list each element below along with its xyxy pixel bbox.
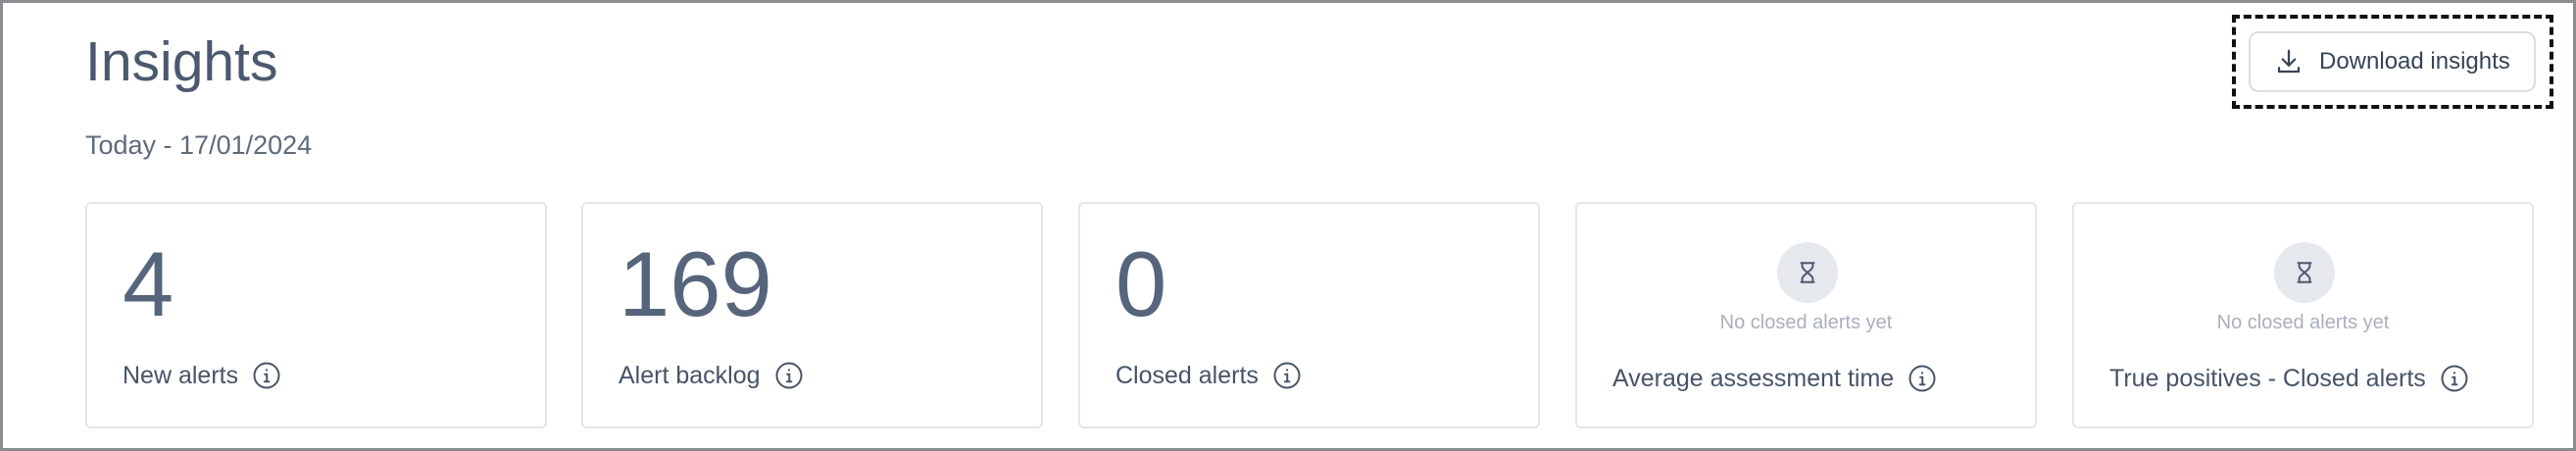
info-icon[interactable] <box>1272 361 1302 390</box>
metric-card-average-assessment-time: No closed alerts yet Average assessment … <box>1575 202 2037 428</box>
empty-state-text: No closed alerts yet <box>2216 312 2390 333</box>
metric-label: Alert backlog <box>619 360 804 391</box>
metric-label: Average assessment time <box>1612 363 1937 394</box>
info-icon[interactable] <box>1907 364 1937 393</box>
info-icon[interactable] <box>2440 364 2469 393</box>
metric-card-true-positives: No closed alerts yet True positives - Cl… <box>2072 202 2534 428</box>
hourglass-icon <box>2297 262 2312 283</box>
metric-label: Closed alerts <box>1115 360 1302 391</box>
hourglass-icon-badge <box>2274 242 2335 303</box>
metric-label-text: Closed alerts <box>1115 362 1259 389</box>
info-icon[interactable] <box>252 361 281 390</box>
metric-label-text: Average assessment time <box>1612 365 1895 392</box>
metric-label-text: True positives - Closed alerts <box>2109 365 2426 392</box>
metric-card-closed-alerts: 0 Closed alerts <box>1078 202 1540 428</box>
metric-card-alert-backlog: 169 Alert backlog <box>581 202 1043 428</box>
hourglass-icon <box>1800 262 1815 283</box>
date-range: Today - 17/01/2024 <box>85 130 313 160</box>
metric-label: True positives - Closed alerts <box>2109 363 2469 394</box>
download-icon <box>2277 49 2301 74</box>
insights-panel: Insights Today - 17/01/2024 Download ins… <box>0 0 2576 451</box>
info-icon[interactable] <box>774 361 804 390</box>
empty-state-text: No closed alerts yet <box>1719 312 1893 333</box>
metric-value: 0 <box>1115 232 1167 335</box>
metric-label-text: New alerts <box>123 362 239 389</box>
metric-card-new-alerts: 4 New alerts <box>85 202 547 428</box>
page-title: Insights <box>85 30 278 93</box>
metric-value: 169 <box>619 232 772 335</box>
metric-value: 4 <box>123 232 174 335</box>
metric-label-text: Alert backlog <box>619 362 761 389</box>
hourglass-icon-badge <box>1777 242 1838 303</box>
metric-label: New alerts <box>123 360 281 391</box>
download-insights-button[interactable]: Download insights <box>2249 31 2536 92</box>
download-insights-label: Download insights <box>2319 48 2510 75</box>
